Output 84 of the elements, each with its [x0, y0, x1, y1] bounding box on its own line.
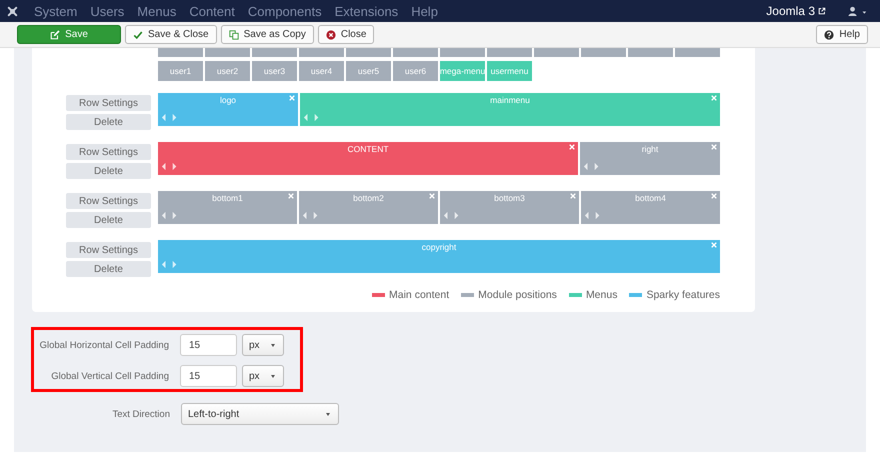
help-icon: [824, 30, 834, 40]
toolbar-button[interactable]: Close: [318, 25, 374, 44]
close-icon[interactable]: [288, 193, 294, 199]
position-tile[interactable]: [675, 48, 720, 57]
position-tile[interactable]: [205, 48, 250, 57]
close-icon: [326, 30, 336, 40]
menu-item[interactable]: Users: [90, 4, 124, 18]
block-title: bottom3: [494, 193, 525, 203]
delete-button[interactable]: Delete: [66, 212, 151, 228]
position-tile[interactable]: [628, 48, 673, 57]
block-title: logo: [220, 95, 236, 105]
external-link-icon: [818, 7, 826, 15]
resize-arrows-icon[interactable]: [303, 113, 321, 122]
caret-icon: [271, 374, 275, 378]
position-tile[interactable]: [440, 48, 485, 57]
padding-input[interactable]: 15: [180, 365, 237, 387]
field-label: Global Horizontal Cell Padding: [38, 340, 169, 350]
block-title: bottom2: [353, 193, 384, 203]
field-label: Text Direction: [111, 408, 170, 420]
toolbar-button[interactable]: Save & Close: [125, 25, 217, 44]
delete-button[interactable]: Delete: [66, 163, 151, 179]
close-icon[interactable]: [711, 144, 717, 150]
padding-input[interactable]: 15: [180, 334, 237, 356]
legend-label: Module positions: [478, 289, 557, 301]
row-settings-button[interactable]: Row Settings: [66, 193, 151, 209]
edit-icon: [50, 30, 60, 40]
menu-item[interactable]: Help: [411, 4, 438, 18]
legend-label: Menus: [586, 289, 618, 301]
block-title: CONTENT: [347, 144, 389, 154]
row-settings-button[interactable]: Row Settings: [66, 144, 151, 160]
resize-arrows-icon[interactable]: [161, 260, 179, 269]
position-tile[interactable]: [158, 48, 203, 57]
resize-arrows-icon[interactable]: [584, 211, 602, 220]
resize-arrows-icon[interactable]: [583, 162, 601, 171]
menu-item[interactable]: Components: [248, 4, 322, 18]
row-settings-button[interactable]: Row Settings: [66, 95, 151, 111]
menu-item[interactable]: System: [34, 4, 78, 18]
check-icon: [133, 30, 143, 40]
close-icon[interactable]: [711, 95, 717, 101]
position-tile[interactable]: [393, 48, 438, 57]
position-tile[interactable]: [346, 48, 391, 57]
close-icon[interactable]: [429, 193, 435, 199]
logo-icon[interactable]: [6, 4, 19, 18]
legend-label: Sparky features: [646, 289, 720, 301]
text-direction-select[interactable]: Left-to-right: [181, 403, 339, 425]
resize-arrows-icon[interactable]: [443, 211, 461, 220]
row-settings-button[interactable]: Row Settings: [66, 242, 151, 258]
toolbar-button[interactable]: Save as Copy: [220, 25, 314, 44]
toolbar-button[interactable]: Save: [17, 25, 121, 44]
block-title: bottom1: [212, 193, 243, 203]
unit-select[interactable]: px: [242, 334, 284, 356]
block-title: right: [642, 144, 658, 154]
block-title: copyright: [422, 242, 456, 252]
resize-arrows-icon[interactable]: [302, 211, 320, 220]
position-tile[interactable]: [252, 48, 297, 57]
caret-icon: [271, 344, 275, 346]
position-tile[interactable]: [534, 48, 579, 57]
legend-label: Main content: [389, 289, 450, 301]
delete-button[interactable]: Delete: [66, 261, 151, 277]
close-icon[interactable]: [569, 144, 575, 150]
resize-arrows-icon[interactable]: [161, 113, 179, 122]
resize-arrows-icon[interactable]: [161, 211, 179, 220]
resize-arrows-icon[interactable]: [161, 162, 179, 171]
field-label: Global Vertical Cell Padding: [50, 370, 169, 382]
user-menu-icon[interactable]: [848, 6, 868, 16]
menu-item[interactable]: Menus: [137, 4, 176, 18]
close-icon[interactable]: [711, 242, 717, 248]
position-tile[interactable]: [581, 48, 626, 57]
position-tile[interactable]: [299, 48, 344, 57]
position-tile[interactable]: [487, 48, 532, 57]
close-icon[interactable]: [711, 193, 717, 199]
copy-icon: [228, 30, 239, 40]
close-icon[interactable]: [289, 95, 295, 101]
block-title: bottom4: [635, 193, 666, 203]
help-button[interactable]: Help: [816, 25, 868, 44]
close-icon[interactable]: [570, 193, 576, 199]
site-link[interactable]: Joomla 3: [766, 4, 826, 18]
caret-icon: [326, 412, 330, 416]
menu-item[interactable]: Content: [189, 4, 235, 18]
block-title: mainmenu: [490, 95, 530, 105]
unit-select[interactable]: px: [242, 365, 284, 387]
menu-item[interactable]: Extensions: [334, 4, 398, 18]
layout-block[interactable]: CONTENT: [158, 142, 578, 175]
delete-button[interactable]: Delete: [66, 114, 151, 130]
